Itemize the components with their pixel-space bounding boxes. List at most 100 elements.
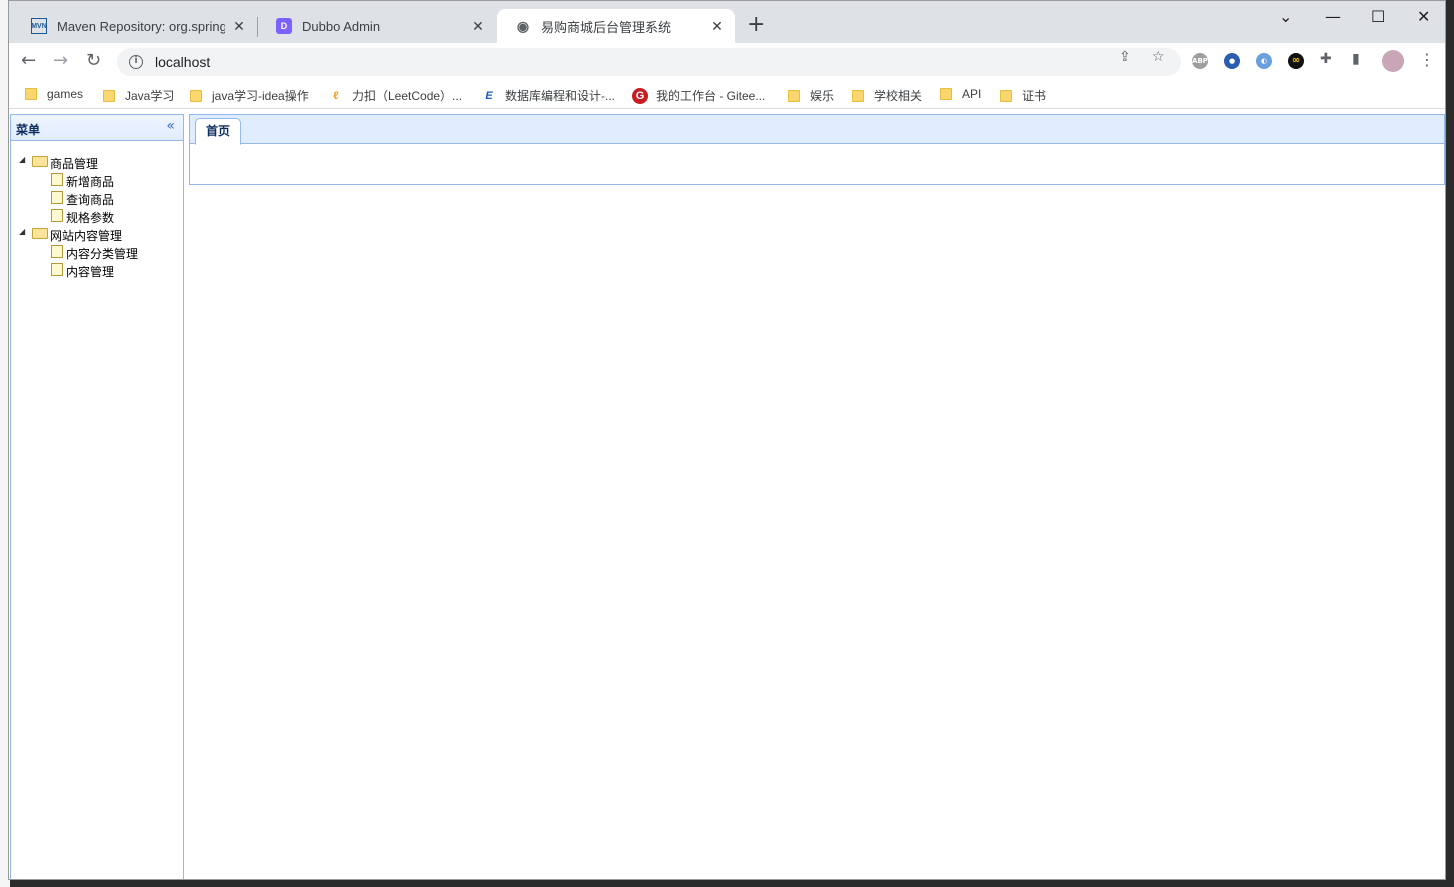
tree-item-label: 新增商品 <box>66 175 115 189</box>
folder-icon <box>190 89 202 102</box>
folder-open-icon <box>32 156 48 167</box>
bookmark-label: java学习-idea操作 <box>212 89 309 103</box>
bookmark-item[interactable]: 学校相关 <box>852 87 922 104</box>
avatar[interactable] <box>1382 50 1404 72</box>
tab-home[interactable]: 首页 <box>195 118 242 145</box>
folder-icon <box>25 88 37 100</box>
bookmark-item[interactable]: java学习-idea操作 <box>190 87 309 104</box>
tree-group-goods[interactable]: ◢ 商品管理 <box>11 153 183 171</box>
bookmark-item[interactable]: games <box>25 87 83 101</box>
bookmark-item[interactable]: E 数据库编程和设计-... <box>481 87 615 104</box>
tree-item-content-manage[interactable]: 内容管理 <box>11 261 183 279</box>
bookmark-label: games <box>47 87 84 101</box>
reload-button[interactable]: ↻ <box>86 51 101 71</box>
tab-title: Dubbo Admin <box>302 18 381 34</box>
menu-panel-header: 菜单 « <box>11 115 183 141</box>
file-icon <box>51 173 63 186</box>
share-icon[interactable]: ⇪ <box>1119 49 1131 65</box>
browser-tab-active[interactable]: ◉ 易购商城后台管理系统 ✕ <box>497 9 735 43</box>
bookmark-item[interactable]: G 我的工作台 - Gitee... <box>632 87 765 104</box>
tree-item-label: 内容分类管理 <box>66 247 139 261</box>
tree-group-label: 商品管理 <box>50 157 99 171</box>
menu-panel: 菜单 « ◢ 商品管理 新增商品 查询商品 规格参数 ◢ 网站内容管理 内容分类… <box>10 114 184 879</box>
content-tabs-panel: 首页 <box>189 114 1445 185</box>
expand-arrow-icon[interactable]: ◢ <box>19 227 25 236</box>
menu-dots-icon[interactable]: ⋮ <box>1419 50 1435 69</box>
bookmark-label: 娱乐 <box>810 89 835 103</box>
bookmark-item[interactable]: 娱乐 <box>788 87 834 104</box>
leetcode-icon: ℓ <box>333 89 339 102</box>
close-icon[interactable]: ✕ <box>231 18 247 35</box>
folder-icon <box>852 89 864 102</box>
bookmark-label: Java学习 <box>125 89 175 103</box>
close-icon[interactable]: ✕ <box>709 18 725 35</box>
address-bar[interactable]: i localhost <box>117 48 1181 76</box>
tree-item-query-goods[interactable]: 查询商品 <box>11 189 183 207</box>
globe-icon: ◉ <box>516 17 530 34</box>
db-icon: E <box>485 89 493 102</box>
browser-window: MVN Maven Repository: org.springf ✕ D Du… <box>8 0 1446 880</box>
menu-tree: ◢ 商品管理 新增商品 查询商品 规格参数 ◢ 网站内容管理 内容分类管理 内容… <box>11 141 183 279</box>
browser-tab-dubbo[interactable]: D Dubbo Admin ✕ <box>258 9 496 43</box>
back-button[interactable]: ← <box>21 51 36 71</box>
menu-title: 菜单 <box>16 123 41 137</box>
browser-tab-maven[interactable]: MVN Maven Repository: org.springf ✕ <box>13 9 257 43</box>
tree-group-content[interactable]: ◢ 网站内容管理 <box>11 225 183 243</box>
tab-search-icon[interactable]: ⌄ <box>1279 7 1292 26</box>
file-icon <box>51 263 63 276</box>
dubbo-icon: D <box>276 18 292 34</box>
folder-icon <box>940 88 952 100</box>
tree-item-add-goods[interactable]: 新增商品 <box>11 171 183 189</box>
folder-icon <box>103 89 115 102</box>
tab-title: 易购商城后台管理系统 <box>541 19 672 35</box>
mvn-icon: MVN <box>31 18 47 34</box>
bookmark-item[interactable]: Java学习 <box>103 87 174 104</box>
collapse-left-icon[interactable]: « <box>166 119 175 133</box>
new-tab-button[interactable]: + <box>747 14 765 36</box>
minimize-button[interactable]: — <box>1325 7 1341 26</box>
file-icon <box>51 191 63 204</box>
gitee-icon: G <box>632 87 648 104</box>
bookmark-label: 学校相关 <box>874 89 923 103</box>
tree-item-content-category[interactable]: 内容分类管理 <box>11 243 183 261</box>
tab-title: Maven Repository: org.springf <box>57 18 225 34</box>
maximize-button[interactable]: ☐ <box>1371 7 1385 26</box>
bookmark-item[interactable]: ℓ 力扣（LeetCode）... <box>328 87 462 104</box>
star-icon[interactable]: ☆ <box>1152 49 1165 65</box>
folder-open-icon <box>32 228 48 239</box>
close-icon[interactable]: ✕ <box>470 18 486 35</box>
bookmark-label: 我的工作台 - Gitee... <box>656 89 766 103</box>
tree-group-label: 网站内容管理 <box>50 229 123 243</box>
extension-icon[interactable]: ● <box>1224 53 1240 69</box>
close-window-button[interactable]: ✕ <box>1417 7 1430 26</box>
address-url: localhost <box>155 54 211 70</box>
tab-strip: MVN Maven Repository: org.springf ✕ D Du… <box>9 1 1445 43</box>
tree-item-label: 内容管理 <box>66 265 115 279</box>
expand-arrow-icon[interactable]: ◢ <box>19 155 25 164</box>
bookmark-label: 力扣（LeetCode）... <box>352 89 463 103</box>
file-icon <box>51 209 63 222</box>
infinity-icon[interactable]: ∞ <box>1288 53 1304 69</box>
adblock-icon[interactable]: ABP <box>1192 53 1208 69</box>
bookmark-label: 证书 <box>1022 89 1047 103</box>
background-console <box>220 880 1454 887</box>
forward-button[interactable]: → <box>53 51 68 71</box>
bookmarks-bar: games Java学习 java学习-idea操作 ℓ 力扣（LeetCode）… <box>9 81 1445 109</box>
info-icon[interactable]: i <box>129 55 143 69</box>
extension-icon[interactable]: ◐ <box>1256 53 1272 69</box>
tree-item-label: 规格参数 <box>66 211 115 225</box>
folder-icon <box>788 89 800 102</box>
folder-icon <box>1000 89 1012 102</box>
file-icon <box>51 245 63 258</box>
bookmark-item[interactable]: API <box>940 87 981 101</box>
tree-item-spec-params[interactable]: 规格参数 <box>11 207 183 225</box>
bookmark-label: API <box>962 87 982 101</box>
sidepanel-icon[interactable]: ▮ <box>1352 51 1360 67</box>
page-content: 菜单 « ◢ 商品管理 新增商品 查询商品 规格参数 ◢ 网站内容管理 内容分类… <box>9 110 1445 879</box>
browser-toolbar: ← → ↻ i localhost ⇪ ☆ ABP ● ◐ ∞ ✚ ▮ ⋮ <box>9 43 1445 81</box>
puzzle-icon[interactable]: ✚ <box>1320 51 1332 67</box>
content-tabs-header: 首页 <box>190 115 1444 145</box>
bookmark-label: 数据库编程和设计-... <box>505 89 615 103</box>
bookmark-item[interactable]: 证书 <box>1000 87 1046 104</box>
tree-item-label: 查询商品 <box>66 193 115 207</box>
